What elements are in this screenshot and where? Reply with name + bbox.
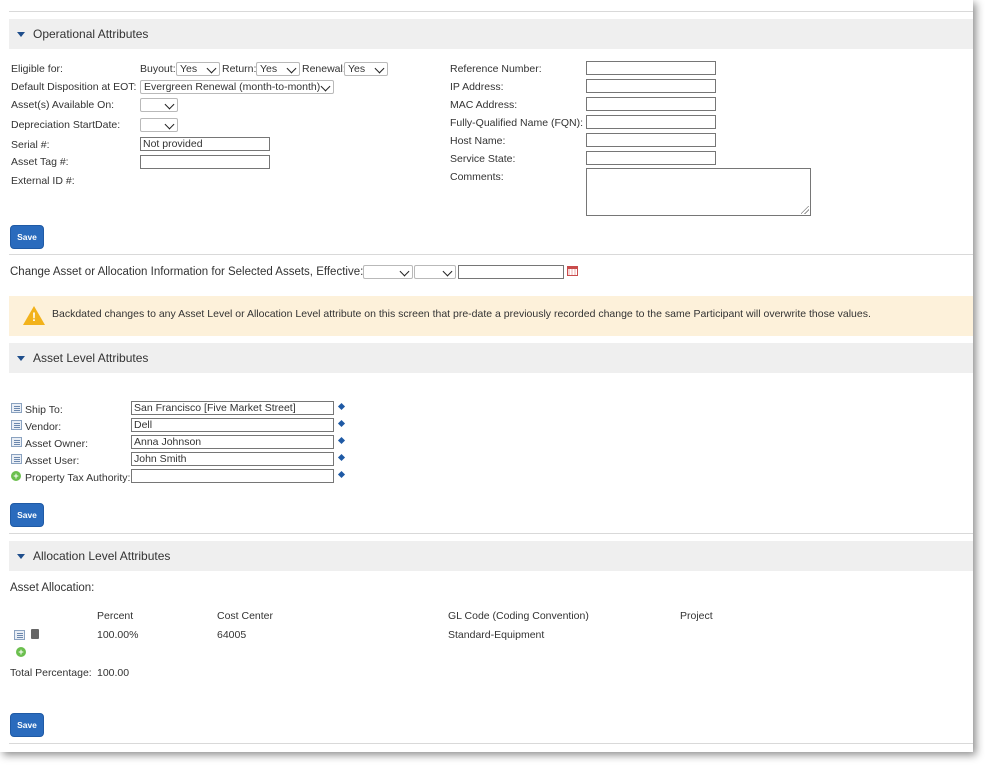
asset-user-label: Asset User:	[25, 455, 80, 467]
chevron-down-icon	[442, 266, 453, 277]
section-title: Operational Attributes	[33, 27, 149, 41]
chevron-down-icon	[399, 266, 410, 277]
asset-tag-label: Asset Tag #:	[11, 156, 69, 168]
service-state-input[interactable]	[586, 151, 716, 165]
return-label: Return:	[222, 63, 257, 75]
asset-allocation-label: Asset Allocation:	[10, 582, 95, 594]
comments-textarea[interactable]	[586, 168, 811, 216]
section-title: Asset Level Attributes	[33, 351, 149, 365]
mac-address-label: MAC Address:	[450, 99, 518, 111]
add-icon[interactable]: +	[11, 471, 21, 481]
total-percentage-label: Total Percentage:	[10, 667, 92, 679]
edit-icon[interactable]	[11, 420, 22, 430]
section-header-operational[interactable]: Operational Attributes	[9, 19, 973, 49]
warning-icon: !	[23, 306, 45, 325]
row-gl-code: Standard-Equipment	[448, 629, 545, 641]
buyout-label: Buyout:	[140, 63, 176, 75]
resize-grip-icon[interactable]	[801, 206, 809, 214]
lookup-diamond-icon[interactable]	[337, 436, 346, 445]
eligible-for-label: Eligible for:	[11, 63, 63, 75]
vendor-input[interactable]: Dell	[131, 418, 334, 432]
comments-label: Comments:	[450, 171, 504, 183]
divider	[9, 11, 973, 12]
chevron-down-icon	[320, 81, 331, 92]
service-state-label: Service State:	[450, 153, 516, 165]
property-tax-input[interactable]	[131, 469, 334, 483]
return-select[interactable]: Yes	[256, 62, 300, 76]
host-name-input[interactable]	[586, 133, 716, 147]
divider	[9, 254, 973, 255]
divider	[9, 743, 973, 744]
edit-icon[interactable]	[14, 630, 25, 640]
ip-address-input[interactable]	[586, 79, 716, 93]
asset-level-save-button[interactable]: Save	[10, 503, 44, 527]
warning-text: Backdated changes to any Asset Level or …	[52, 308, 871, 320]
fqn-label: Fully-Qualified Name (FQN):	[450, 117, 584, 129]
serial-label: Serial #:	[11, 139, 50, 151]
warning-banner: ! Backdated changes to any Asset Level o…	[9, 296, 973, 336]
lookup-diamond-icon[interactable]	[337, 419, 346, 428]
renewal-select[interactable]: Yes	[344, 62, 388, 76]
column-header-cost-center: Cost Center	[217, 610, 274, 622]
default-disposition-label: Default Disposition at EOT:	[11, 81, 137, 93]
allocation-save-button[interactable]: Save	[10, 713, 44, 737]
trash-icon[interactable]	[31, 629, 39, 639]
host-name-label: Host Name:	[450, 135, 506, 147]
depreciation-select[interactable]	[140, 118, 178, 132]
chevron-down-icon	[286, 63, 297, 74]
divider	[9, 533, 973, 534]
effective-month-select[interactable]	[363, 265, 413, 279]
column-header-percent: Percent	[97, 610, 134, 622]
chevron-down-icon	[164, 99, 175, 110]
lookup-diamond-icon[interactable]	[337, 453, 346, 462]
mac-address-input[interactable]	[586, 97, 716, 111]
asset-tag-input[interactable]	[140, 155, 270, 169]
reference-number-input[interactable]	[586, 61, 716, 75]
asset-owner-input[interactable]: Anna Johnson	[131, 435, 334, 449]
serial-input[interactable]: Not provided	[140, 137, 270, 151]
collapse-caret-icon[interactable]	[17, 553, 25, 559]
change-effective-label: Change Asset or Allocation Information f…	[10, 266, 364, 278]
assets-available-label: Asset(s) Available On:	[11, 99, 115, 111]
effective-day-select[interactable]	[414, 265, 456, 279]
depreciation-label: Depreciation StartDate:	[11, 119, 121, 131]
operational-save-button[interactable]: Save	[10, 225, 44, 249]
collapse-caret-icon[interactable]	[17, 355, 25, 361]
buyout-select[interactable]: Yes	[176, 62, 220, 76]
renewal-label: Renewal:	[302, 63, 346, 75]
section-header-allocation-level[interactable]: Allocation Level Attributes	[9, 541, 973, 571]
lookup-diamond-icon[interactable]	[337, 470, 346, 479]
column-header-gl-code: GL Code (Coding Convention)	[448, 610, 589, 622]
ship-to-input[interactable]: San Francisco [Five Market Street]	[131, 401, 334, 415]
fqn-input[interactable]	[586, 115, 716, 129]
section-header-asset-level[interactable]: Asset Level Attributes	[9, 343, 973, 373]
ip-address-label: IP Address:	[450, 81, 504, 93]
page-frame: Operational Attributes Eligible for: Buy…	[0, 0, 973, 752]
collapse-caret-icon[interactable]	[17, 31, 25, 37]
edit-icon[interactable]	[11, 437, 22, 447]
edit-icon[interactable]	[11, 403, 22, 413]
column-header-project: Project	[680, 610, 713, 622]
chevron-down-icon	[164, 119, 175, 130]
calendar-icon[interactable]	[567, 266, 578, 276]
effective-date-input[interactable]	[458, 265, 564, 279]
reference-number-label: Reference Number:	[450, 63, 542, 75]
default-disposition-select[interactable]: Evergreen Renewal (month-to-month)	[140, 80, 334, 94]
total-percentage-value: 100.00	[97, 667, 130, 679]
add-allocation-icon[interactable]: +	[16, 647, 26, 657]
ship-to-label: Ship To:	[25, 404, 63, 416]
asset-owner-label: Asset Owner:	[25, 438, 89, 450]
chevron-down-icon	[206, 63, 217, 74]
edit-icon[interactable]	[11, 454, 22, 464]
section-title: Allocation Level Attributes	[33, 549, 171, 563]
row-percent: 100.00%	[97, 629, 139, 641]
chevron-down-icon	[374, 63, 385, 74]
vendor-label: Vendor:	[25, 421, 62, 433]
lookup-diamond-icon[interactable]	[337, 402, 346, 411]
asset-user-input[interactable]: John Smith	[131, 452, 334, 466]
row-cost-center: 64005	[217, 629, 247, 641]
property-tax-label: Property Tax Authority:	[25, 472, 131, 484]
external-id-label: External ID #:	[11, 175, 75, 187]
assets-available-select[interactable]	[140, 98, 178, 112]
